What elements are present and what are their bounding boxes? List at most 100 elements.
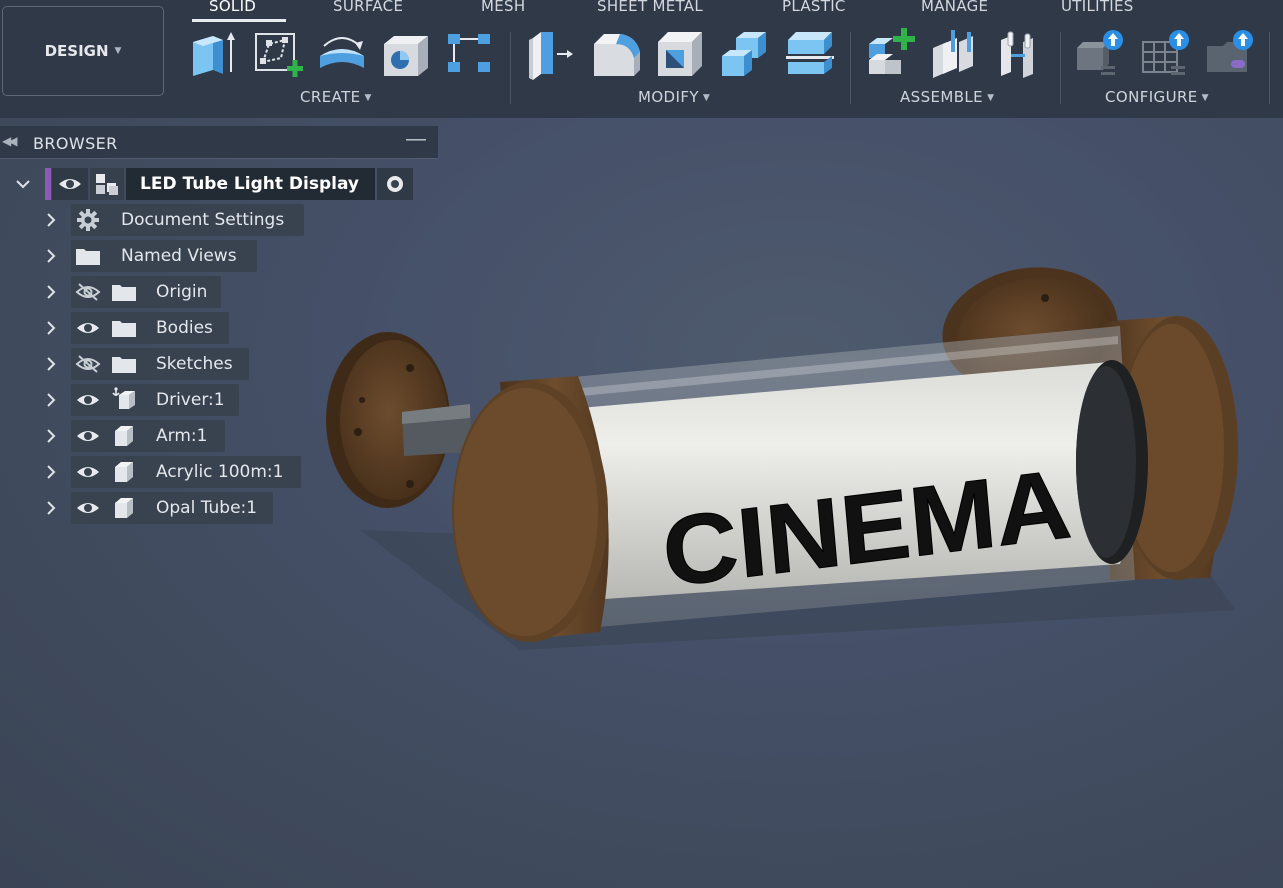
configuration-table-icon (1142, 30, 1189, 75)
activate-component-toggle[interactable] (376, 168, 413, 200)
as-built-joint-button[interactable] (995, 28, 1047, 80)
assemble-menu[interactable]: ASSEMBLE ▼ (900, 88, 994, 106)
component-icon (109, 421, 139, 451)
rectangular-pattern-icon (448, 34, 490, 72)
eye-icon[interactable] (73, 385, 103, 415)
new-component-icon (869, 28, 915, 74)
tree-item-opal-tube[interactable]: Opal Tube:1 (71, 492, 274, 524)
chevron-down-icon: ▼ (364, 93, 372, 103)
shell-icon (658, 32, 702, 76)
tree-item-origin[interactable]: Origin (71, 276, 222, 308)
chevron-right-icon[interactable] (43, 320, 59, 336)
tab-solid[interactable]: SOLID (209, 0, 256, 15)
chevron-right-icon[interactable] (43, 356, 59, 372)
pattern-button[interactable] (444, 28, 496, 80)
create-label: CREATE (300, 88, 361, 106)
press-pull-button[interactable] (525, 28, 577, 80)
configure-design-button[interactable] (1075, 28, 1127, 80)
shell-button[interactable] (654, 28, 706, 80)
tree-item-arm[interactable]: Arm:1 (71, 420, 226, 452)
collapse-panel-icon[interactable]: ◀◀ (2, 134, 18, 148)
configuration-rules-icon (1207, 30, 1253, 72)
browser-title: BROWSER (33, 134, 118, 153)
tab-surface[interactable]: SURFACE (333, 0, 403, 15)
tree-item-acrylic[interactable]: Acrylic 100m:1 (71, 456, 302, 488)
combine-button[interactable] (718, 28, 770, 80)
configuration-rules-button[interactable] (1205, 28, 1257, 80)
create-sketch-button[interactable] (251, 28, 303, 80)
tree-item-sketches[interactable]: Sketches (71, 348, 249, 380)
folder-icon (109, 313, 139, 343)
tab-utilities[interactable]: UTILITIES (1061, 0, 1134, 15)
tab-mesh[interactable]: MESH (481, 0, 525, 15)
eye-icon[interactable] (73, 313, 103, 343)
eye-icon[interactable] (73, 457, 103, 487)
root-component-label: LED Tube Light Display (126, 168, 375, 200)
joint-icon (933, 30, 973, 78)
split-body-button[interactable] (784, 28, 836, 80)
tab-manage[interactable]: MANAGE (921, 0, 988, 15)
active-tab-indicator (192, 19, 286, 22)
revolve-button[interactable] (316, 28, 368, 80)
extrude-button[interactable] (187, 28, 239, 80)
chevron-right-icon[interactable] (43, 212, 59, 228)
create-menu[interactable]: CREATE ▼ (300, 88, 372, 106)
eye-hidden-icon[interactable] (73, 277, 103, 307)
configure-design-icon (1077, 30, 1123, 75)
chevron-down-icon[interactable] (15, 176, 31, 192)
joint-button[interactable] (929, 28, 981, 80)
chevron-right-icon[interactable] (43, 428, 59, 444)
tree-item-label: Named Views (121, 246, 237, 266)
assemble-label: ASSEMBLE (900, 88, 984, 106)
assembly-icon (96, 174, 118, 195)
hole-button[interactable] (380, 28, 432, 80)
chevron-right-icon[interactable] (43, 284, 59, 300)
toolbar-divider (1060, 32, 1061, 104)
folder-icon (109, 277, 139, 307)
chevron-right-icon[interactable] (43, 248, 59, 264)
root-component[interactable]: LED Tube Light Display (52, 168, 413, 200)
eye-icon[interactable] (73, 493, 103, 523)
press-pull-icon (529, 32, 573, 80)
minimize-panel-icon[interactable]: — (406, 128, 426, 151)
browser-header: ◀◀ BROWSER — (0, 126, 438, 159)
grounded-component-icon (109, 385, 139, 415)
gear-icon (73, 205, 103, 235)
tree-item-driver[interactable]: Driver:1 (71, 384, 239, 416)
tree-item-label: Sketches (156, 354, 233, 374)
tab-sheet-metal[interactable]: SHEET METAL (597, 0, 703, 15)
tree-item-bodies[interactable]: Bodies (71, 312, 229, 344)
toolbar: DESIGN ▼ SOLID SURFACE MESH SHEET METAL … (0, 0, 1283, 118)
chevron-right-icon[interactable] (43, 464, 59, 480)
fillet-button[interactable] (590, 28, 642, 80)
tree-item-named-views[interactable]: Named Views (71, 240, 257, 272)
folder-icon (109, 349, 139, 379)
workspace-label: DESIGN (44, 42, 109, 60)
toolbar-divider (850, 32, 851, 104)
chevron-down-icon: ▼ (702, 93, 711, 103)
revolve-icon (320, 37, 364, 68)
modify-menu[interactable]: MODIFY ▼ (638, 88, 710, 106)
tree-item-label: Origin (156, 282, 208, 302)
eye-hidden-icon[interactable] (73, 349, 103, 379)
configuration-table-button[interactable] (1141, 28, 1193, 80)
chevron-right-icon[interactable] (43, 500, 59, 516)
new-component-button[interactable] (865, 28, 917, 80)
tree-item-label: Document Settings (121, 210, 285, 230)
create-sketch-icon (255, 33, 303, 77)
workspace-switcher[interactable]: DESIGN ▼ (2, 6, 164, 96)
chevron-down-icon: ▼ (987, 93, 995, 103)
active-component-marker (45, 168, 51, 200)
folder-icon (73, 241, 103, 271)
tree-item-label: Arm:1 (156, 426, 208, 446)
visibility-toggle[interactable] (52, 168, 88, 200)
component-icon (109, 457, 139, 487)
chevron-right-icon[interactable] (43, 392, 59, 408)
eye-icon (59, 179, 81, 189)
tab-plastic[interactable]: PLASTIC (782, 0, 846, 15)
fillet-icon (594, 34, 640, 76)
combine-icon (722, 32, 766, 76)
tree-item-document-settings[interactable]: Document Settings (71, 204, 305, 236)
configure-menu[interactable]: CONFIGURE ▼ (1105, 88, 1209, 106)
eye-icon[interactable] (73, 421, 103, 451)
